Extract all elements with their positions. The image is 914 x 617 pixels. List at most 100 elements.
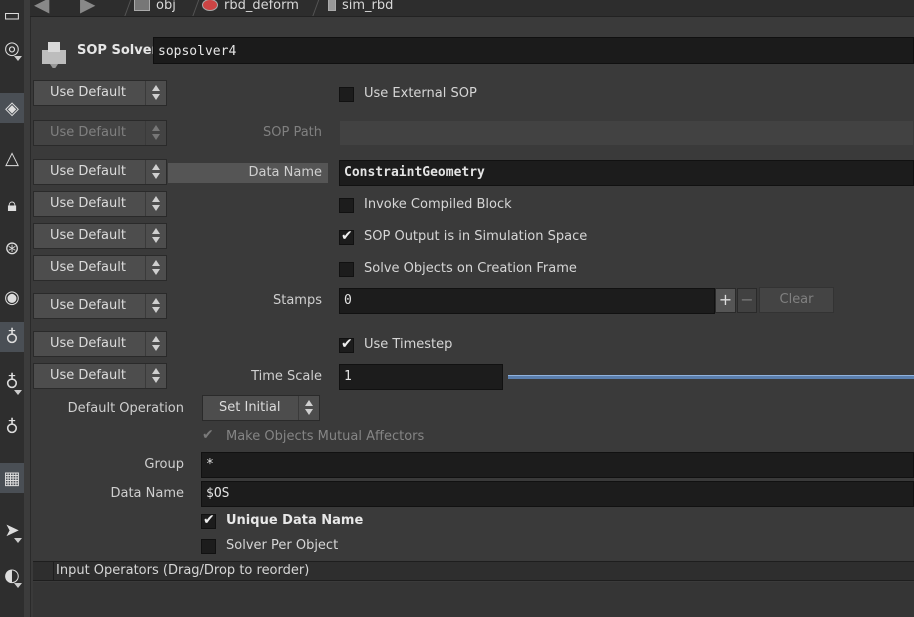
spinner-arrows-icon bbox=[145, 256, 166, 280]
use-default-label: Use Default bbox=[50, 196, 126, 211]
solver-per-object-checkbox[interactable] bbox=[201, 539, 216, 554]
input-operators-label: Input Operators (Drag/Drop to reorder) bbox=[56, 563, 310, 578]
camera-icon[interactable]: ◉ bbox=[0, 282, 24, 312]
data-name-field[interactable]: ConstraintGeometry bbox=[339, 160, 914, 186]
crumb-separator bbox=[116, 0, 133, 16]
spinner-arrows-icon bbox=[145, 224, 166, 248]
sop-output-sim-space-label: SOP Output is in Simulation Space bbox=[364, 229, 588, 244]
group-field[interactable]: * bbox=[201, 452, 914, 478]
stamps-label: Stamps bbox=[272, 293, 322, 308]
time-scale-slider[interactable] bbox=[508, 375, 914, 379]
data-name-field-2[interactable]: $OS bbox=[201, 481, 914, 507]
back-arrow-icon[interactable]: ◀ bbox=[34, 0, 64, 16]
use-default-button[interactable]: Use Default bbox=[33, 159, 167, 185]
sop-solver-icon bbox=[42, 42, 66, 68]
use-default-label: Use Default bbox=[50, 298, 126, 313]
solve-on-creation-label: Solve Objects on Creation Frame bbox=[364, 261, 577, 276]
group-label: Group bbox=[144, 457, 184, 472]
use-default-label: Use Default bbox=[50, 336, 126, 351]
lock-icon[interactable]: 🔒︎ bbox=[0, 190, 24, 220]
left-toolbar: ▭ ◎ ◈ △ 🔒︎ ⊛ ◉ ♁ ♁ ♁ ▦ ➤ ◐ bbox=[0, 0, 25, 617]
time-scale-field[interactable]: 1 bbox=[339, 364, 503, 390]
default-operation-value: Set Initial bbox=[219, 400, 281, 415]
use-default-label: Use Default bbox=[50, 368, 126, 383]
forward-arrow-icon[interactable]: ▶ bbox=[80, 0, 110, 16]
sop-output-sim-space-checkbox[interactable] bbox=[339, 228, 354, 245]
use-default-label: Use Default bbox=[50, 125, 126, 140]
default-operation-menu[interactable]: Set Initial bbox=[202, 395, 320, 421]
select-tool-icon[interactable]: ▭ bbox=[0, 0, 24, 30]
use-default-label: Use Default bbox=[50, 260, 126, 275]
mutual-affectors-checkbox bbox=[201, 427, 216, 445]
pose-tool-icon[interactable]: △ bbox=[0, 143, 24, 173]
use-external-sop-checkbox[interactable] bbox=[339, 87, 354, 102]
use-default-button[interactable]: Use Default bbox=[33, 293, 167, 319]
spinner-arrows-icon bbox=[298, 396, 319, 420]
crumb-sim-rbd[interactable]: sim_rbd bbox=[328, 0, 393, 14]
crumb-obj[interactable]: obj bbox=[134, 0, 176, 14]
default-operation-label: Default Operation bbox=[67, 401, 184, 416]
invoke-compiled-block-label: Invoke Compiled Block bbox=[364, 197, 512, 212]
obj-icon bbox=[134, 0, 150, 11]
solve-on-creation-checkbox[interactable] bbox=[339, 262, 354, 277]
help-icon[interactable]: ◎ bbox=[0, 33, 24, 63]
spinner-arrows-icon bbox=[145, 121, 166, 145]
unique-data-name-checkbox[interactable] bbox=[201, 512, 216, 529]
sop-path-label: SOP Path bbox=[262, 125, 322, 140]
eye-icon[interactable]: ➤ bbox=[0, 515, 24, 545]
crumb-label: obj bbox=[156, 0, 176, 13]
crumb-rbd-deform[interactable]: rbd_deform bbox=[202, 0, 299, 14]
sop-path-field bbox=[339, 120, 914, 146]
crumb-separator bbox=[304, 0, 321, 16]
spinner-arrows-icon bbox=[145, 294, 166, 318]
use-default-label: Use Default bbox=[50, 85, 126, 100]
use-timestep-label: Use Timestep bbox=[364, 337, 453, 352]
solver-per-object-label: Solver Per Object bbox=[226, 538, 339, 553]
data-name-label: Data Name bbox=[248, 165, 322, 180]
cube-icon[interactable]: ▦ bbox=[0, 463, 24, 493]
bulb-icon-2[interactable]: ♁ bbox=[0, 367, 24, 397]
use-external-sop-label: Use External SOP bbox=[364, 86, 477, 101]
light-icon[interactable]: ⊛ bbox=[0, 233, 24, 263]
crumb-label: rbd_deform bbox=[224, 0, 299, 13]
use-default-label: Use Default bbox=[50, 228, 126, 243]
unique-data-name-label: Unique Data Name bbox=[226, 513, 364, 528]
use-default-button[interactable]: Use Default bbox=[33, 80, 167, 106]
spinner-arrows-icon bbox=[145, 192, 166, 216]
input-operators-section[interactable]: Input Operators (Drag/Drop to reorder) bbox=[33, 561, 914, 581]
stamps-field[interactable]: 0 bbox=[339, 288, 715, 314]
use-default-button: Use Default bbox=[33, 120, 167, 146]
stamps-remove-button: − bbox=[737, 288, 757, 313]
spinner-arrows-icon bbox=[145, 364, 166, 388]
eye-icon-2[interactable]: ◐ bbox=[0, 560, 24, 590]
parameter-header: SOP Solver sopsolver4 bbox=[30, 30, 914, 74]
node-name-field[interactable]: sopsolver4 bbox=[153, 37, 914, 64]
node-type-label: SOP Solver bbox=[77, 43, 158, 58]
input-operators-list[interactable] bbox=[33, 582, 914, 617]
bulb-icon-3[interactable]: ♁ bbox=[0, 412, 24, 442]
crumb-separator bbox=[184, 0, 201, 16]
invoke-compiled-block-checkbox[interactable] bbox=[339, 198, 354, 213]
input-operators-toggle[interactable] bbox=[33, 562, 54, 581]
crumb-label: sim_rbd bbox=[342, 0, 394, 13]
use-default-label: Use Default bbox=[50, 164, 126, 179]
use-default-button[interactable]: Use Default bbox=[33, 331, 167, 357]
bulb-icon[interactable]: ♁ bbox=[0, 322, 24, 352]
spinner-arrows-icon bbox=[145, 160, 166, 184]
path-bar: ◀ ▶ obj rbd_deform sim_rbd bbox=[30, 0, 914, 17]
use-default-button[interactable]: Use Default bbox=[33, 223, 167, 249]
spinner-arrows-icon bbox=[145, 81, 166, 105]
geo-icon bbox=[202, 0, 218, 11]
stamps-add-button[interactable]: + bbox=[715, 288, 736, 313]
data-name-label-2: Data Name bbox=[110, 486, 184, 501]
spinner-arrows-icon bbox=[145, 332, 166, 356]
dop-icon bbox=[328, 0, 336, 11]
use-default-button[interactable]: Use Default bbox=[33, 191, 167, 217]
stamps-clear-button: Clear bbox=[759, 287, 834, 313]
use-default-button[interactable]: Use Default bbox=[33, 363, 167, 389]
toolbar-divider bbox=[24, 0, 31, 617]
use-default-button[interactable]: Use Default bbox=[33, 255, 167, 281]
use-timestep-checkbox[interactable] bbox=[339, 336, 354, 353]
view-tool-icon[interactable]: ◈ bbox=[0, 93, 24, 123]
time-scale-label: Time Scale bbox=[251, 369, 322, 384]
